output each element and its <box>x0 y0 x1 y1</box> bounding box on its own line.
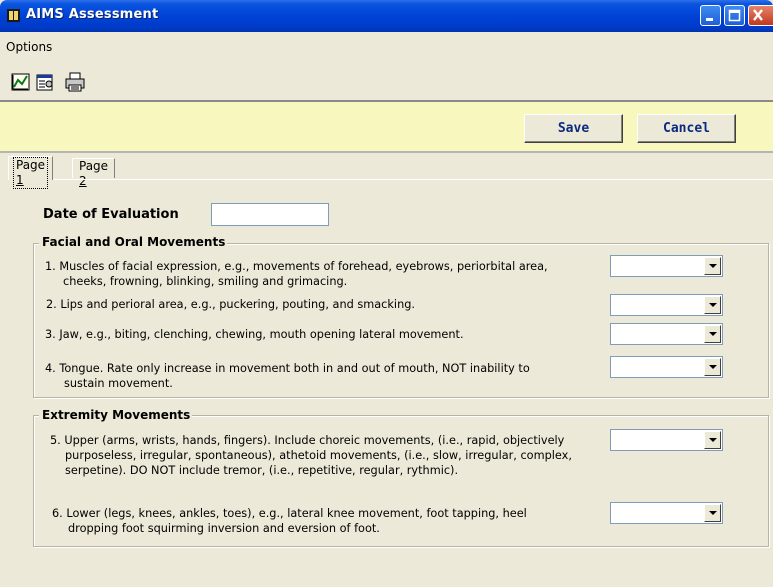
extremity-item-5-line-3: serpetine). DO NOT include tremor, (i.e.… <box>65 464 459 477</box>
date-of-evaluation-label: Date of Evaluation <box>43 207 179 222</box>
facial-item-2-select[interactable] <box>610 294 723 316</box>
facial-item-4-select[interactable] <box>610 356 723 378</box>
edit-chart-icon[interactable] <box>10 71 32 93</box>
cancel-button[interactable]: Cancel <box>637 114 736 143</box>
minimize-button[interactable] <box>700 5 721 26</box>
date-of-evaluation-input[interactable] <box>211 203 329 226</box>
app-book-icon <box>6 8 21 23</box>
facial-item-1: 1. Muscles of facial expression, e.g., m… <box>45 259 548 289</box>
extremity-item-5: 5. Upper (arms, wrists, hands, fingers).… <box>50 433 572 478</box>
menu-options[interactable]: Options <box>6 40 52 54</box>
facial-item-4-line-1: 4. Tongue. Rate only increase in movemen… <box>45 362 530 375</box>
facial-item-2: 2. Lips and perioral area, e.g., puckeri… <box>46 297 415 312</box>
facial-item-1-line-2: cheeks, frowning, blinking, smiling and … <box>63 275 348 288</box>
facial-oral-group-title: Facial and Oral Movements <box>39 235 228 249</box>
extremity-item-6-select[interactable] <box>610 502 723 524</box>
save-button[interactable]: Save <box>524 114 623 143</box>
tab-page-2[interactable]: Page 2 <box>72 158 116 188</box>
tab-page-1-label: Page 1 <box>13 157 49 189</box>
maximize-button[interactable] <box>724 5 745 26</box>
dropdown-arrow-icon[interactable] <box>704 431 721 449</box>
tab-page-1[interactable]: Page 1 <box>8 156 54 189</box>
facial-item-4: 4. Tongue. Rate only increase in movemen… <box>45 361 530 391</box>
extremity-item-6: 6. Lower (legs, knees, ankles, toes), e.… <box>52 506 527 536</box>
facial-item-2-line-1: 2. Lips and perioral area, e.g., puckeri… <box>46 298 415 311</box>
facial-item-3-select[interactable] <box>610 323 723 345</box>
dropdown-arrow-icon[interactable] <box>704 325 721 343</box>
facial-item-3-line-1: 3. Jaw, e.g., biting, clenching, chewing… <box>45 328 464 341</box>
extremity-item-6-line-1: 6. Lower (legs, knees, ankles, toes), e.… <box>52 507 527 520</box>
tab-page-2-label: Page 2 <box>79 159 109 188</box>
facial-item-1-select[interactable] <box>610 255 723 277</box>
facial-item-4-line-2: sustain movement. <box>64 377 173 390</box>
toolbar <box>0 65 773 98</box>
extremity-group-title: Extremity Movements <box>39 408 193 422</box>
dropdown-arrow-icon[interactable] <box>704 358 721 376</box>
close-icon <box>753 9 763 21</box>
window-title: AIMS Assessment <box>26 7 159 22</box>
dropdown-arrow-icon[interactable] <box>704 257 721 275</box>
maximize-icon <box>728 9 741 22</box>
close-button[interactable] <box>748 5 773 26</box>
minimize-icon <box>706 18 713 21</box>
extremity-item-6-line-2: dropping foot squirming inversion and ev… <box>68 522 380 535</box>
dropdown-arrow-icon[interactable] <box>704 504 721 522</box>
properties-icon[interactable] <box>34 71 56 93</box>
extremity-item-5-line-2: purposeless, irregular, spontaneous), at… <box>65 449 572 462</box>
dropdown-arrow-icon[interactable] <box>704 296 721 314</box>
tab-divider <box>8 179 773 180</box>
extremity-item-5-line-1: 5. Upper (arms, wrists, hands, fingers).… <box>50 434 565 447</box>
title-bar[interactable]: AIMS Assessment <box>0 0 773 32</box>
menu-bar: Options <box>0 32 773 64</box>
extremity-item-5-select[interactable] <box>610 429 723 451</box>
facial-item-1-line-1: 1. Muscles of facial expression, e.g., m… <box>45 260 548 273</box>
facial-item-3: 3. Jaw, e.g., biting, clenching, chewing… <box>45 327 464 342</box>
print-icon[interactable] <box>64 71 86 93</box>
